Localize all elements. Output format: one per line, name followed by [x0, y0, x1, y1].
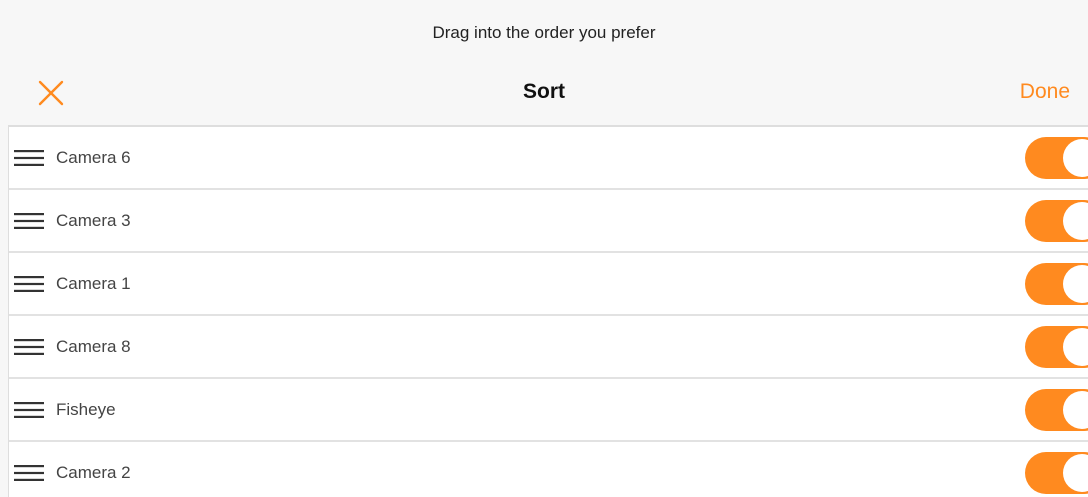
- navigation-bar: Sort Done: [0, 64, 1088, 124]
- toggle-knob: [1063, 139, 1088, 177]
- item-label: Camera 6: [56, 148, 131, 167]
- sort-screen: Drag into the order you prefer Sort Done…: [0, 0, 1088, 497]
- drag-handle-icon[interactable]: [14, 276, 44, 292]
- visibility-toggle[interactable]: [1025, 452, 1088, 494]
- list-item[interactable]: Camera 2: [9, 442, 1088, 497]
- toggle-knob: [1063, 391, 1088, 429]
- visibility-toggle[interactable]: [1025, 326, 1088, 368]
- item-label: Camera 2: [56, 463, 131, 482]
- item-label: Camera 8: [56, 337, 131, 356]
- drag-handle-icon[interactable]: [14, 465, 44, 481]
- list-item[interactable]: Camera 1: [9, 253, 1088, 316]
- page-title: Sort: [523, 80, 565, 103]
- toggle-knob: [1063, 454, 1088, 492]
- camera-sort-list: Camera 6 Camera 3 Camera 1 Camera 8 Fish…: [8, 125, 1088, 497]
- list-item[interactable]: Fisheye: [9, 379, 1088, 442]
- item-label: Fisheye: [56, 400, 116, 419]
- item-label: Camera 1: [56, 274, 131, 293]
- visibility-toggle[interactable]: [1025, 263, 1088, 305]
- drag-handle-icon[interactable]: [14, 402, 44, 418]
- list-item[interactable]: Camera 3: [9, 190, 1088, 253]
- done-button[interactable]: Done: [1020, 64, 1070, 120]
- visibility-toggle[interactable]: [1025, 200, 1088, 242]
- visibility-toggle[interactable]: [1025, 137, 1088, 179]
- drag-handle-icon[interactable]: [14, 150, 44, 166]
- close-button[interactable]: [36, 78, 66, 108]
- instruction-text: Drag into the order you prefer: [432, 23, 656, 42]
- list-item[interactable]: Camera 8: [9, 316, 1088, 379]
- drag-handle-icon[interactable]: [14, 213, 44, 229]
- visibility-toggle[interactable]: [1025, 389, 1088, 431]
- drag-handle-icon[interactable]: [14, 339, 44, 355]
- toggle-knob: [1063, 265, 1088, 303]
- list-item[interactable]: Camera 6: [9, 127, 1088, 190]
- close-icon: [38, 80, 64, 106]
- toggle-knob: [1063, 328, 1088, 366]
- toggle-knob: [1063, 202, 1088, 240]
- item-label: Camera 3: [56, 211, 131, 230]
